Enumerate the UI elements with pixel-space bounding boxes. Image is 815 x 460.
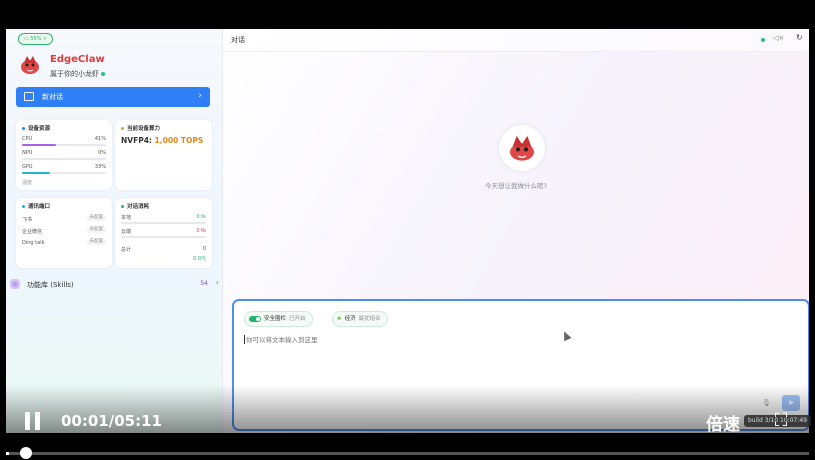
usage-total-cost: 0.0元 bbox=[193, 256, 206, 262]
skills-count: 54 bbox=[200, 280, 208, 287]
new-chat-button[interactable]: 新对话 › bbox=[16, 87, 210, 107]
text-caret bbox=[244, 335, 245, 344]
leaf-icon: ❀ bbox=[337, 316, 342, 322]
channel-dingtalk-label: Ding talk bbox=[22, 240, 45, 246]
channel-status-badge[interactable]: 未配置 bbox=[86, 227, 106, 233]
battery-indicator: ▭ 55% ⚡ bbox=[18, 33, 53, 45]
crab-logo-icon bbox=[21, 56, 39, 74]
compute-value: NVFP4: 1,000 TOPS bbox=[121, 136, 204, 145]
video-bottom-bar bbox=[6, 433, 809, 460]
video-progress-bar[interactable] bbox=[6, 452, 809, 455]
card-title: 对话消耗 bbox=[121, 202, 149, 210]
battery-icon: ▭ bbox=[24, 36, 29, 42]
skills-icon: ◎ bbox=[10, 279, 20, 289]
gpu-label: GPU bbox=[22, 164, 33, 170]
playback-speed-button[interactable]: 倍速 bbox=[706, 410, 740, 435]
temperature-label: 温度 bbox=[22, 180, 33, 186]
brand-subtitle: 属于你的小龙虾 bbox=[50, 69, 105, 79]
crab-mascot-icon bbox=[510, 136, 534, 161]
assistant-avatar bbox=[499, 125, 545, 171]
economy-mode-chip[interactable]: ❀ 经济 最优组合 bbox=[332, 311, 388, 327]
channel-status-badge[interactable]: 未配置 bbox=[86, 215, 106, 221]
usage-local-bar bbox=[121, 222, 206, 224]
card-title: 通讯端口 bbox=[22, 202, 50, 210]
usage-local-label: 本地 bbox=[121, 215, 132, 221]
chevron-right-icon: › bbox=[198, 91, 202, 101]
video-top-bar bbox=[6, 3, 809, 29]
bullet-icon bbox=[22, 205, 25, 208]
usage-total-value: 0 bbox=[202, 246, 206, 252]
sidebar: ▭ 55% ⚡ EdgeClaw 属于你的小龙虾 新对话 › 设备资源 CPU … bbox=[6, 29, 223, 433]
bullet-icon bbox=[121, 205, 124, 208]
npu-label: NPU bbox=[22, 150, 33, 156]
skills-library-item[interactable]: ◎ 功能库 (Skills) 54 › bbox=[6, 275, 222, 293]
gpu-bar bbox=[22, 172, 106, 174]
chat-main: 对话 ◁× ↻ 今天想让我做什么呢? 安全围栏 已开启 ❀ 经济 最优组合 你可… bbox=[223, 29, 809, 433]
cpu-label: CPU bbox=[22, 136, 33, 142]
chat-header: 对话 ◁× ↻ bbox=[223, 29, 809, 52]
toggle-switch-icon bbox=[249, 315, 261, 322]
npu-value: 0% bbox=[98, 150, 106, 156]
usage-local-value: 0 tk bbox=[196, 214, 206, 220]
usage-cloud-bar bbox=[121, 236, 206, 238]
channel-feishu-label: 飞书 bbox=[22, 217, 33, 223]
online-dot-icon bbox=[101, 72, 105, 76]
device-resources-card: 设备资源 CPU 41% NPU 0% GPU 33% 温度 bbox=[16, 120, 112, 190]
usage-cloud-value: 0 tk bbox=[196, 228, 206, 234]
refresh-icon[interactable]: ↻ bbox=[796, 33, 803, 42]
channel-wecom-label: 企业微信 bbox=[22, 229, 43, 235]
message-input[interactable] bbox=[244, 335, 788, 345]
npu-bar bbox=[22, 158, 106, 160]
progress-scrubber-handle[interactable] bbox=[20, 447, 32, 459]
channel-status-badge[interactable]: 未配置 bbox=[86, 239, 106, 245]
brand-name: EdgeClaw bbox=[50, 54, 105, 65]
card-title: 设备资源 bbox=[22, 124, 50, 132]
cpu-value: 41% bbox=[94, 136, 106, 142]
pause-button[interactable] bbox=[24, 412, 42, 430]
app-window: ▭ 55% ⚡ EdgeClaw 属于你的小龙虾 新对话 › 设备资源 CPU … bbox=[6, 29, 809, 433]
bullet-icon bbox=[22, 127, 25, 130]
usage-card: 对话消耗 本地 0 tk 云端 0 tk 总计 0 0.0元 bbox=[115, 198, 212, 268]
speaker-mute-icon[interactable]: ◁× bbox=[773, 34, 784, 42]
video-timecode: 00:01/05:11 bbox=[61, 412, 162, 430]
security-fence-toggle[interactable]: 安全围栏 已开启 bbox=[244, 311, 313, 327]
chat-bubble-icon bbox=[24, 92, 34, 101]
welcome-prompt: 今天想让我做什么呢? bbox=[485, 182, 547, 190]
gpu-value: 33% bbox=[94, 164, 106, 170]
chevron-right-icon: › bbox=[215, 278, 219, 287]
usage-total-label: 总计 bbox=[121, 247, 132, 253]
cpu-bar bbox=[22, 144, 106, 146]
page-title: 对话 bbox=[231, 36, 245, 44]
connection-status-icon bbox=[761, 38, 765, 42]
channels-card: 通讯端口 飞书 未配置 企业微信 未配置 Ding talk 未配置 bbox=[16, 198, 112, 268]
compute-card: 当前设备算力 NVFP4: 1,000 TOPS bbox=[115, 120, 212, 190]
card-title: 当前设备算力 bbox=[121, 124, 160, 132]
pause-icon bbox=[25, 412, 30, 430]
fullscreen-icon[interactable]: ⛶ bbox=[770, 411, 792, 431]
bullet-icon bbox=[121, 127, 124, 130]
usage-cloud-label: 云端 bbox=[121, 229, 132, 235]
progress-fill bbox=[6, 452, 9, 455]
